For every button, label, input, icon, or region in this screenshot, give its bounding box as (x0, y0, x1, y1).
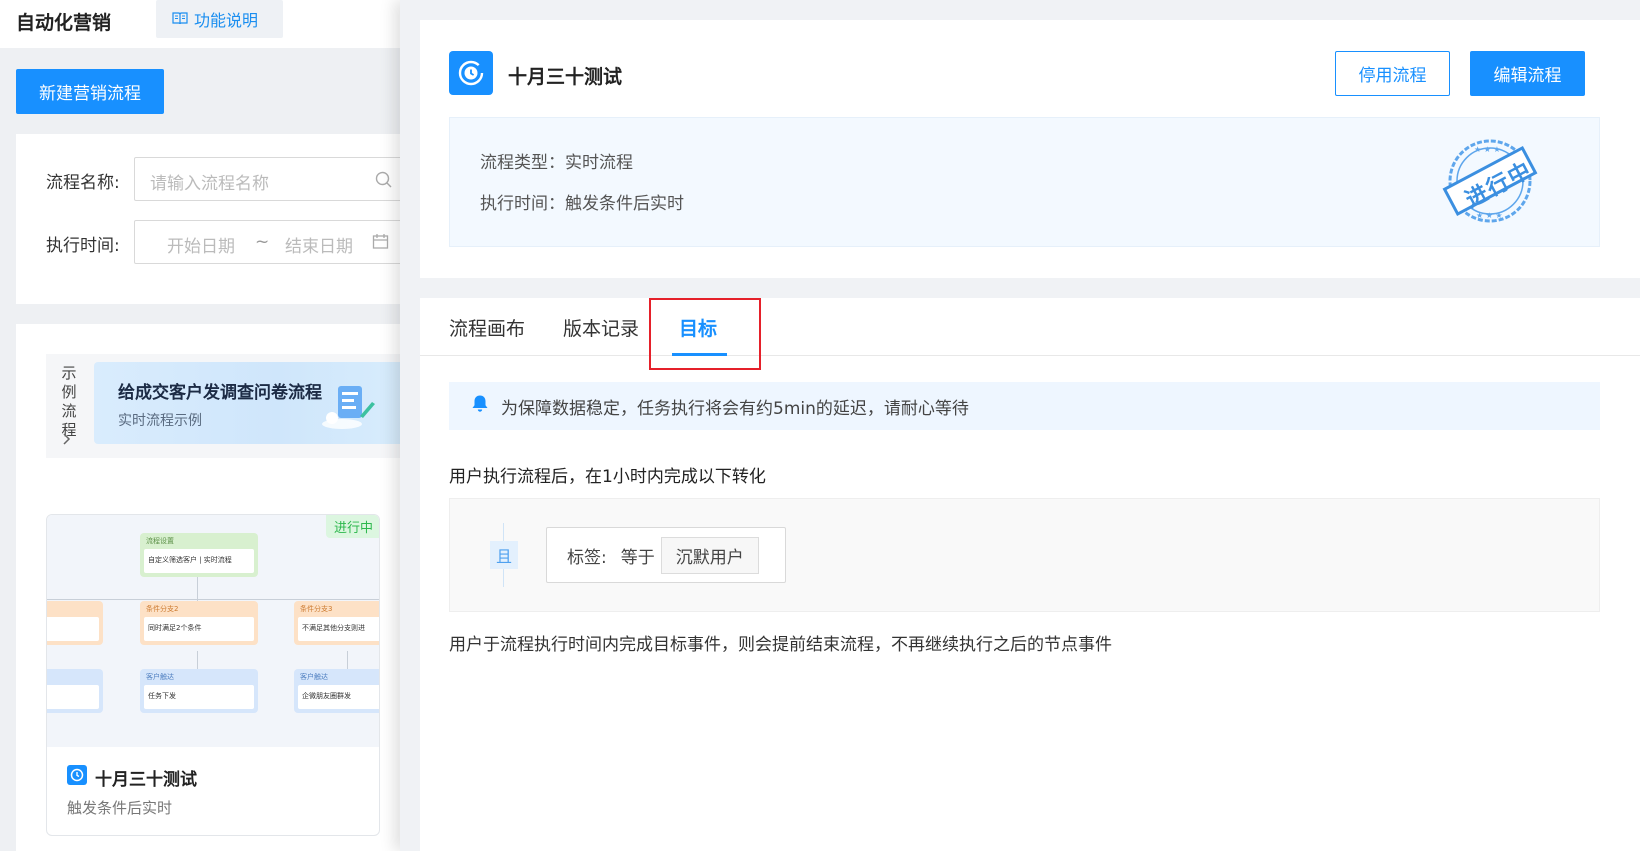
thumb-node: 流程设置 自定义筛选客户 | 实时流程 (140, 533, 258, 577)
start-date-placeholder: 开始日期 (167, 237, 235, 257)
thumb-node-body: 不满足其他分支则进 (298, 617, 379, 641)
delay-notice: 为保障数据稳定，任务执行将会有约5min的延迟，请耐心等待 (449, 382, 1600, 430)
tab-bar: 流程画布 版本记录 目标 (420, 298, 1640, 356)
exec-time-text: 执行时间：触发条件后实时 (480, 194, 684, 214)
in-progress-stamp: ★ ★ ★ ★ ★ ★ 进行中 (1440, 136, 1540, 230)
flow-type-text: 流程类型：实时流程 (480, 153, 633, 173)
calendar-icon[interactable] (372, 233, 390, 254)
flow-card-name: 十月三十测试 (95, 770, 197, 790)
tab-flow-canvas[interactable]: 流程画布 (449, 314, 525, 341)
flow-name-search-input[interactable]: 请输入流程名称 (134, 157, 414, 201)
svg-text:★ ★ ★: ★ ★ ★ (1474, 145, 1501, 154)
clock-icon (67, 765, 87, 790)
flow-title: 十月三十测试 (508, 66, 623, 88)
flow-name-placeholder: 请输入流程名称 (150, 174, 269, 194)
chevron-right-icon[interactable] (62, 432, 72, 450)
clock-icon (449, 51, 493, 95)
feature-doc-label: 功能说明 (194, 11, 259, 30)
and-operator-badge: 且 (490, 541, 518, 569)
thumb-node: 客户触达 企微朋友圈群发 (294, 669, 379, 713)
flow-detail-tabs-card: 流程画布 版本记录 目标 为保障数据稳定，任务执行将会有约5min的延迟，请耐心… (420, 298, 1640, 851)
disable-flow-button[interactable]: 停用流程 (1335, 51, 1450, 96)
flow-info-box: 流程类型：实时流程 执行时间：触发条件后实时 ★ ★ ★ ★ ★ ★ 进行中 (449, 117, 1600, 247)
example-label-char: 示 (61, 364, 77, 382)
example-flow-subtitle: 实时流程示例 (118, 413, 202, 429)
thumb-node (47, 669, 103, 713)
condition-operator: 等于 (620, 547, 655, 568)
flow-name-label: 流程名称: (46, 173, 120, 193)
svg-text:★ ★ ★: ★ ★ ★ (1476, 211, 1503, 220)
thumb-node-body: 任务下发 (144, 685, 254, 709)
book-icon (172, 10, 188, 29)
thumb-node: 条件分支2 同时满足2个条件 (140, 601, 258, 645)
flow-card-subtitle: 触发条件后实时 (67, 799, 173, 817)
feature-doc-link[interactable]: 功能说明 (156, 0, 283, 38)
thumb-node-head: 流程设置 (146, 537, 174, 545)
thumb-node-body: 同时满足2个条件 (144, 617, 254, 641)
thumb-node-head: 条件分支2 (146, 605, 179, 613)
thumb-node-head: 条件分支3 (300, 605, 333, 613)
thumb-node-head: 客户触达 (146, 673, 174, 681)
condition-label: 标签: (567, 547, 607, 568)
search-icon[interactable] (375, 171, 393, 194)
exec-time-label: 执行时间: (46, 236, 120, 256)
bell-icon (471, 394, 489, 418)
flow-detail-drawer: 十月三十测试 停用流程 编辑流程 流程类型：实时流程 执行时间：触发条件后实时 … (400, 0, 1640, 851)
example-flow-card[interactable]: 给成交客户发调查问卷流程 实时流程示例 (94, 362, 400, 444)
goal-condition-box: 且 标签: 等于 沉默用户 (449, 498, 1600, 612)
filter-panel: 流程名称: 请输入流程名称 执行时间: 开始日期 ~ 结束日期 (16, 134, 414, 304)
thumb-node: 客户触达 任务下发 (140, 669, 258, 713)
date-separator: ~ (255, 232, 270, 252)
edit-flow-button[interactable]: 编辑流程 (1470, 51, 1585, 96)
thumb-node-body: 自定义筛选客户 | 实时流程 (144, 549, 254, 573)
example-label-char: 例 (61, 383, 77, 401)
tab-version-history[interactable]: 版本记录 (563, 314, 639, 341)
flow-list-panel: 示 例 流 程 给成交客户发调查问卷流程 实时流程示例 流程设置 自定义筛选客户… (16, 324, 400, 851)
app-header: 自动化营销 功能说明 (0, 0, 400, 48)
condition-item: 标签: 等于 沉默用户 (546, 527, 786, 583)
flow-summary-card: 十月三十测试 停用流程 编辑流程 流程类型：实时流程 执行时间：触发条件后实时 … (420, 20, 1640, 278)
notice-text: 为保障数据稳定，任务执行将会有约5min的延迟，请耐心等待 (501, 398, 969, 419)
flow-card[interactable]: 流程设置 自定义筛选客户 | 实时流程 条件分支2 同时满足2个条件 条件分支3… (46, 514, 380, 836)
flow-card-title: 十月三十测试 (67, 765, 197, 790)
thumb-node-body: 企微朋友圈群发 (298, 685, 379, 709)
example-flow-title: 给成交客户发调查问卷流程 (118, 383, 322, 403)
end-date-placeholder: 结束日期 (285, 237, 353, 257)
goal-section-title: 用户执行流程后，在1小时内完成以下转化 (449, 467, 766, 487)
thumb-node: 条件分支3 不满足其他分支则进 (294, 601, 379, 645)
example-flows-label[interactable]: 示 例 流 程 (60, 364, 78, 440)
condition-value-tag: 沉默用户 (660, 536, 759, 574)
example-label-char: 流 (61, 402, 77, 420)
status-badge: 进行中 (325, 515, 379, 538)
new-flow-button[interactable]: 新建营销流程 (16, 69, 164, 114)
example-flows-section: 示 例 流 程 给成交客户发调查问卷流程 实时流程示例 (46, 354, 400, 458)
flow-thumbnail: 流程设置 自定义筛选客户 | 实时流程 条件分支2 同时满足2个条件 条件分支3… (47, 515, 379, 747)
goal-footer-note: 用户于流程执行时间内完成目标事件，则会提前结束流程，不再继续执行之后的节点事件 (449, 635, 1112, 655)
thumb-node (47, 601, 103, 645)
highlight-box (649, 298, 761, 370)
thumb-node-head: 客户触达 (300, 673, 328, 681)
app-title: 自动化营销 (16, 12, 112, 34)
questionnaire-illustration-icon (320, 380, 380, 434)
